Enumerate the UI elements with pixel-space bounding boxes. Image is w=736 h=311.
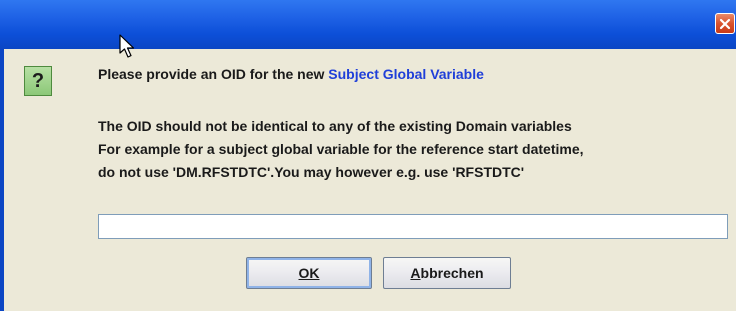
close-button[interactable] (715, 13, 735, 34)
window-border (0, 49, 4, 311)
ok-button[interactable]: OK (246, 257, 372, 289)
ok-button-label: OK (298, 265, 320, 281)
message-line-3: For example for a subject global variabl… (98, 141, 584, 157)
oid-input[interactable] (98, 214, 728, 239)
oid-dialog: ? Please provide an OID for the new Subj… (0, 0, 736, 311)
message-line-2: The OID should not be identical to any o… (98, 118, 572, 134)
message-prefix: Please provide an OID for the new (98, 66, 329, 82)
message-line-4: do not use 'DM.RFSTDTC'.You may however … (98, 164, 525, 180)
cancel-mnemonic: A (410, 265, 421, 281)
close-icon (719, 18, 731, 29)
subject-global-variable-label: Subject Global Variable (328, 66, 484, 82)
message-line-1: Please provide an OID for the new Subjec… (98, 66, 484, 82)
cancel-button-label: bbrechen (420, 265, 484, 281)
title-bar[interactable] (0, 0, 736, 49)
question-icon: ? (24, 66, 52, 96)
cancel-button[interactable]: Abbrechen (383, 257, 511, 289)
